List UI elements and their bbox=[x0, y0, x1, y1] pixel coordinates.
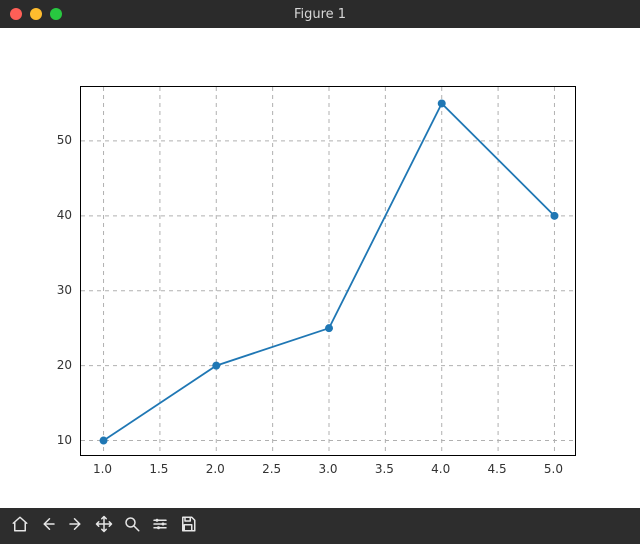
x-tick-label: 3.5 bbox=[375, 462, 394, 476]
nav-toolbar bbox=[0, 508, 640, 544]
x-tick-label: 4.5 bbox=[488, 462, 507, 476]
y-tick-label: 30 bbox=[57, 283, 72, 297]
x-tick-label: 2.5 bbox=[262, 462, 281, 476]
figure-window: Figure 1 1.0 1.5 2.0 2.5 3.0 3.5 4.0 4.5 5.0 10 20… bbox=[0, 0, 640, 544]
home-icon bbox=[11, 515, 29, 537]
sliders-icon bbox=[151, 515, 169, 537]
back-button[interactable] bbox=[34, 512, 62, 540]
close-icon[interactable] bbox=[10, 8, 22, 20]
save-icon bbox=[179, 515, 197, 537]
x-tick-label: 3.0 bbox=[318, 462, 337, 476]
minimize-icon[interactable] bbox=[30, 8, 42, 20]
move-icon bbox=[95, 515, 113, 537]
configure-button[interactable] bbox=[146, 512, 174, 540]
y-tick-label: 20 bbox=[57, 358, 72, 372]
title-bar: Figure 1 bbox=[0, 0, 640, 28]
window-title: Figure 1 bbox=[0, 7, 640, 22]
pan-button[interactable] bbox=[90, 512, 118, 540]
y-tick-label: 40 bbox=[57, 208, 72, 222]
x-tick-label: 5.0 bbox=[544, 462, 563, 476]
zoom-button[interactable] bbox=[118, 512, 146, 540]
x-tick-label: 4.0 bbox=[431, 462, 450, 476]
forward-button[interactable] bbox=[62, 512, 90, 540]
x-tick-label: 1.5 bbox=[149, 462, 168, 476]
y-tick-label: 10 bbox=[57, 433, 72, 447]
figure-canvas[interactable]: 1.0 1.5 2.0 2.5 3.0 3.5 4.0 4.5 5.0 10 20 30 40 50 bbox=[0, 28, 640, 508]
window-controls bbox=[10, 8, 62, 20]
y-tick-label: 50 bbox=[57, 133, 72, 147]
home-button[interactable] bbox=[6, 512, 34, 540]
x-tick-label: 1.0 bbox=[93, 462, 112, 476]
zoom-icon bbox=[123, 515, 141, 537]
arrow-left-icon bbox=[39, 515, 57, 537]
maximize-icon[interactable] bbox=[50, 8, 62, 20]
arrow-right-icon bbox=[67, 515, 85, 537]
x-tick-label: 2.0 bbox=[206, 462, 225, 476]
axes bbox=[80, 86, 576, 456]
save-button[interactable] bbox=[174, 512, 202, 540]
